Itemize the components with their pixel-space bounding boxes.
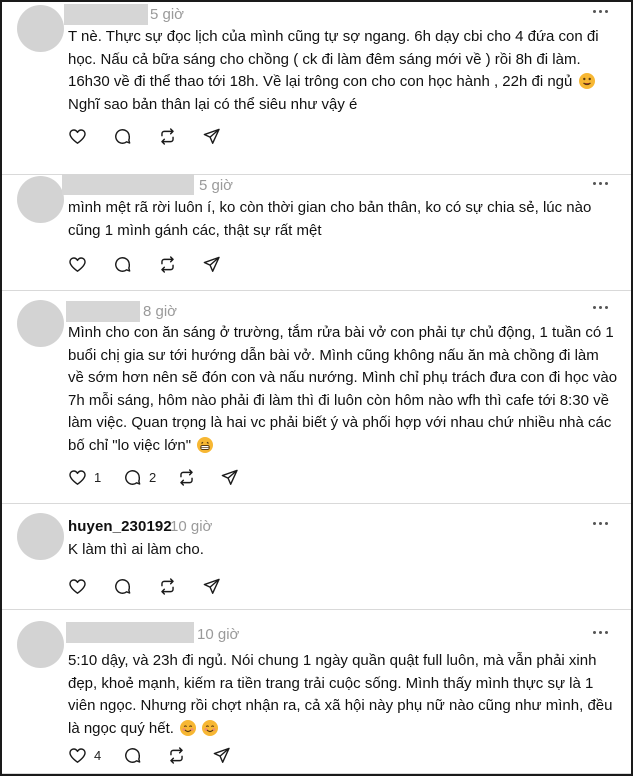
comment-icon xyxy=(125,469,141,485)
timestamp: 10 giờ xyxy=(170,518,213,535)
send-icon xyxy=(203,578,220,594)
like-button[interactable]: 1 xyxy=(68,467,101,487)
share-button[interactable] xyxy=(202,254,221,274)
post-text: 5:10 dậy, và 23h đi ngủ. Nói chung 1 ngà… xyxy=(68,652,613,737)
more-options-icon[interactable] xyxy=(593,631,611,637)
send-icon xyxy=(213,747,230,763)
heart-icon xyxy=(69,469,86,485)
like-button[interactable] xyxy=(68,126,87,146)
comment-button[interactable] xyxy=(113,576,132,596)
heart-icon xyxy=(69,128,86,144)
share-button[interactable] xyxy=(202,126,221,146)
more-options-icon[interactable] xyxy=(593,522,611,528)
post-text: Mình cho con ăn sáng ở trường, tắm rửa b… xyxy=(68,324,618,454)
repost-button[interactable] xyxy=(167,745,186,765)
heart-icon xyxy=(69,256,86,272)
post-actions xyxy=(68,254,268,274)
post-text: mình mệt rã rời luôn í, ko còn thời gian… xyxy=(68,199,592,239)
avatar[interactable] xyxy=(17,621,64,668)
username-redacted[interactable] xyxy=(66,622,194,643)
timestamp: 5 giờ xyxy=(150,6,185,23)
send-icon xyxy=(203,256,220,272)
repost-button[interactable] xyxy=(158,576,177,596)
drooling-face-emoji xyxy=(578,73,595,90)
more-options-icon[interactable] xyxy=(593,306,611,312)
post: 8 giờ Mình cho con ăn sáng ở trường, tắm… xyxy=(2,291,631,504)
comment-button[interactable] xyxy=(113,254,132,274)
repost-icon xyxy=(161,255,174,273)
smiling-face-emoji xyxy=(202,719,219,736)
share-button[interactable] xyxy=(220,467,239,487)
share-button[interactable] xyxy=(212,745,231,765)
username-redacted[interactable] xyxy=(66,301,140,322)
username[interactable]: huyen_230192 xyxy=(68,518,172,535)
comment-icon xyxy=(115,128,131,144)
share-button[interactable] xyxy=(202,576,221,596)
repost-button[interactable] xyxy=(158,126,177,146)
repost-button[interactable] xyxy=(177,467,196,487)
heart-icon xyxy=(69,747,86,763)
repost-button[interactable] xyxy=(158,254,177,274)
comment-button[interactable]: 2 xyxy=(123,467,156,487)
post: 5 giờ mình mệt rã rời luôn í, ko còn thờ… xyxy=(2,174,631,291)
username-redacted[interactable] xyxy=(64,4,148,25)
post-text: K làm thì ai làm cho. xyxy=(68,541,204,558)
comment-count: 2 xyxy=(149,469,157,485)
post-actions xyxy=(68,576,268,596)
timestamp: 8 giờ xyxy=(143,303,178,320)
post-actions xyxy=(68,126,268,146)
post-text: T nè. Thực sự đọc lịch của mình cũng tự … xyxy=(68,28,599,113)
avatar[interactable] xyxy=(17,300,64,347)
like-button[interactable] xyxy=(68,576,87,596)
repost-icon xyxy=(161,577,174,595)
send-icon xyxy=(203,128,220,144)
post: huyen_230192 10 giờ K làm thì ai làm cho… xyxy=(2,504,631,610)
timestamp: 10 giờ xyxy=(197,626,240,643)
more-options-icon[interactable] xyxy=(593,10,611,16)
username-redacted[interactable] xyxy=(62,174,194,195)
timestamp: 5 giờ xyxy=(199,177,234,194)
heart-icon xyxy=(69,578,86,594)
comment-button[interactable] xyxy=(113,126,132,146)
send-icon xyxy=(221,469,238,485)
comment-icon xyxy=(125,747,141,763)
repost-icon xyxy=(170,746,183,764)
comment-icon xyxy=(115,256,131,272)
comment-icon xyxy=(115,578,131,594)
like-count: 4 xyxy=(94,747,102,763)
grinning-face-emoji xyxy=(197,436,214,453)
smiling-face-emoji xyxy=(180,719,197,736)
like-button[interactable] xyxy=(68,254,87,274)
repost-icon xyxy=(161,127,174,145)
post: 10 giờ 5:10 dậy, và 23h đi ngủ. Nói chun… xyxy=(2,610,631,774)
avatar[interactable] xyxy=(17,176,64,223)
comment-button[interactable] xyxy=(123,745,142,765)
like-count: 1 xyxy=(94,469,102,485)
post: 5 giờ T nè. Thực sự đọc lịch của mình cũ… xyxy=(2,0,631,175)
more-options-icon[interactable] xyxy=(593,182,611,188)
repost-icon xyxy=(180,468,193,486)
like-button[interactable]: 4 xyxy=(68,745,101,765)
avatar[interactable] xyxy=(17,513,64,560)
avatar[interactable] xyxy=(17,5,64,52)
post-actions: 1 2 xyxy=(68,467,288,487)
post-actions: 4 xyxy=(68,745,288,765)
